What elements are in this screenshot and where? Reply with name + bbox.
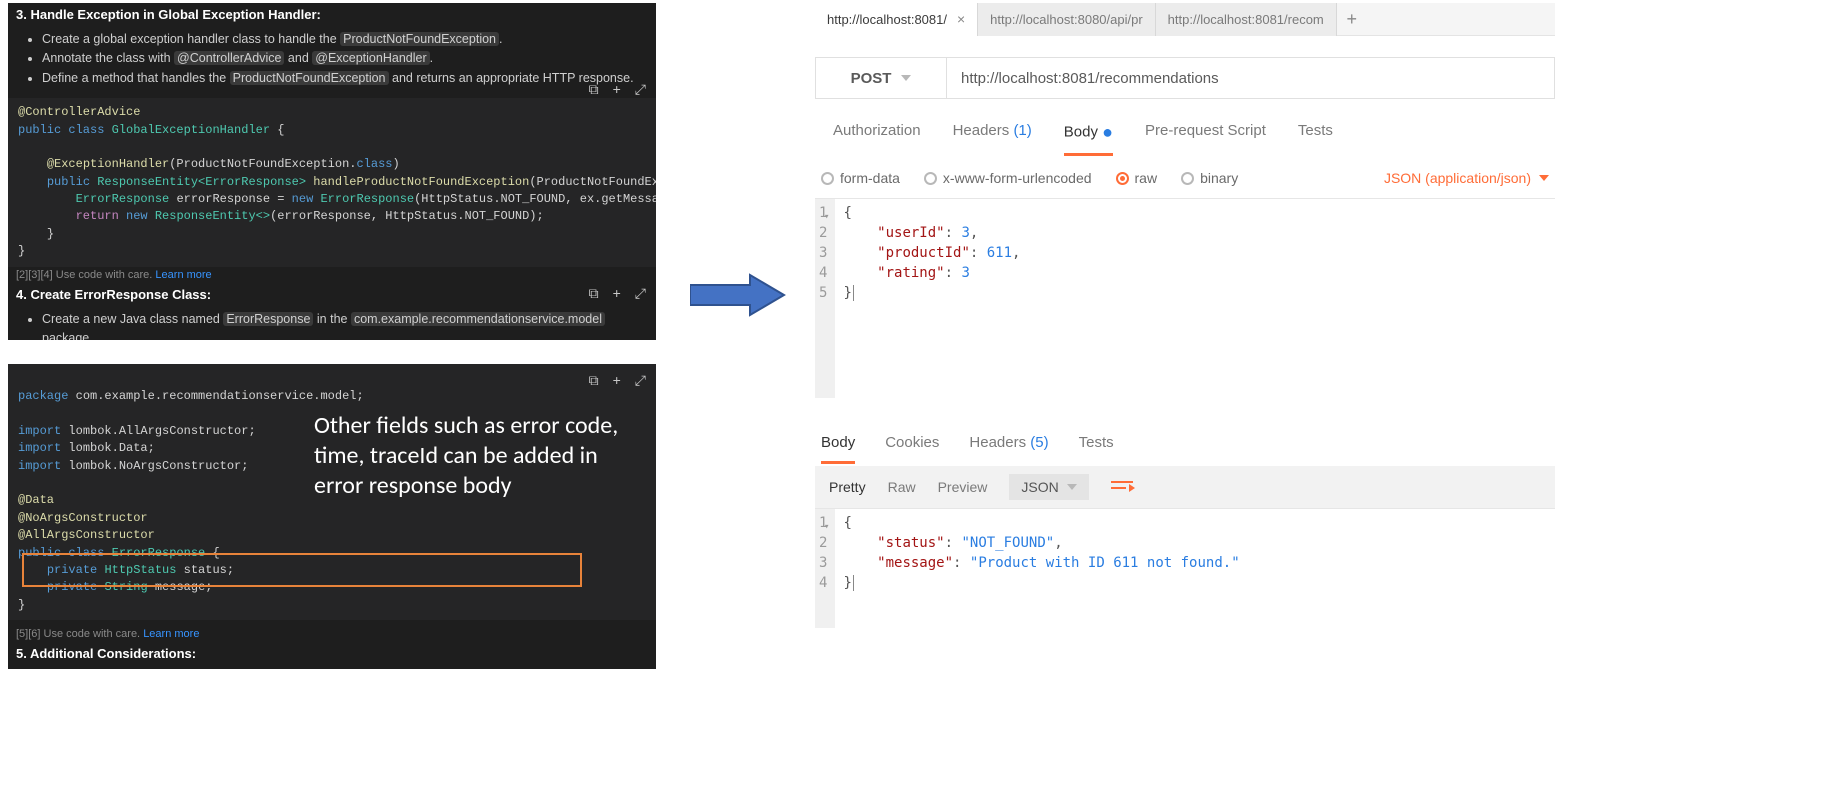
doc-panel-bottom: ⧉ + ⤢ package com.example.recommendation… bbox=[8, 364, 656, 669]
annotation-text: Other fields such as error code, time, t… bbox=[314, 411, 644, 501]
request-tab-bar: http://localhost:8081/× http://localhost… bbox=[815, 3, 1555, 36]
plus-icon[interactable]: + bbox=[613, 81, 621, 98]
list-4: Create a new Java class named ErrorRespo… bbox=[8, 310, 656, 340]
resp-tab-cookies[interactable]: Cookies bbox=[885, 434, 939, 464]
copy-icon[interactable]: ⧉ bbox=[589, 285, 599, 302]
doc-panel-top: 3. Handle Exception in Global Exception … bbox=[8, 3, 656, 340]
request-tab[interactable]: http://localhost:8080/api/pr bbox=[978, 3, 1156, 36]
http-method-select[interactable]: POST bbox=[815, 57, 947, 99]
radio-urlencoded[interactable]: x-www-form-urlencoded bbox=[924, 170, 1092, 186]
plus-icon[interactable]: + bbox=[613, 285, 621, 302]
resp-tab-body[interactable]: Body bbox=[821, 434, 855, 464]
view-preview[interactable]: Preview bbox=[938, 479, 988, 495]
request-row: POST http://localhost:8081/recommendatio… bbox=[815, 50, 1555, 106]
add-tab-button[interactable]: + bbox=[1337, 9, 1367, 30]
resp-tab-headers[interactable]: Headers (5) bbox=[969, 434, 1048, 464]
list-3: Create a global exception handler class … bbox=[8, 30, 656, 88]
learn-more-link[interactable]: Learn more bbox=[155, 269, 211, 281]
arrow-icon bbox=[690, 272, 786, 318]
dot-icon: ● bbox=[1102, 122, 1113, 142]
highlight-box bbox=[22, 553, 582, 587]
learn-more-link[interactable]: Learn more bbox=[143, 628, 199, 640]
url-input[interactable]: http://localhost:8081/recommendations bbox=[947, 57, 1555, 99]
radio-binary[interactable]: binary bbox=[1181, 170, 1238, 186]
response-toolbar: Pretty Raw Preview JSON bbox=[815, 466, 1555, 508]
response-tabs: Body Cookies Headers (5) Tests bbox=[815, 420, 1555, 464]
code-refs: [2][3][4] Use code with care. Learn more bbox=[8, 267, 656, 283]
request-tab[interactable]: http://localhost:8081/× bbox=[815, 3, 978, 36]
code-toolbar: ⧉ + ⤢ bbox=[589, 372, 646, 389]
resp-tab-tests[interactable]: Tests bbox=[1079, 434, 1114, 464]
chevron-down-icon bbox=[1539, 175, 1549, 181]
expand-icon[interactable]: ⤢ bbox=[635, 285, 646, 302]
editor-code: { "status": "NOT_FOUND", "message": "Pro… bbox=[835, 509, 1555, 628]
heading-5: 5. Additional Considerations: bbox=[8, 642, 656, 665]
tab-headers[interactable]: Headers (1) bbox=[953, 122, 1032, 156]
response-body-viewer: 1234 { "status": "NOT_FOUND", "message":… bbox=[815, 508, 1555, 628]
tab-tests[interactable]: Tests bbox=[1298, 122, 1333, 156]
body-type-row: form-data x-www-form-urlencoded raw bina… bbox=[815, 156, 1555, 198]
radio-raw[interactable]: raw bbox=[1116, 170, 1158, 186]
expand-icon[interactable]: ⤢ bbox=[635, 81, 646, 98]
plus-icon[interactable]: + bbox=[613, 372, 621, 389]
code-block-handler: @ControllerAdvice public class GlobalExc… bbox=[8, 98, 656, 267]
wrap-lines-icon[interactable] bbox=[1111, 478, 1133, 496]
editor-code[interactable]: { "userId": 3, "productId": 611, "rating… bbox=[835, 199, 1555, 398]
list-item: Define a method that handles the Product… bbox=[42, 69, 656, 88]
view-raw[interactable]: Raw bbox=[888, 479, 916, 495]
copy-icon[interactable]: ⧉ bbox=[589, 81, 599, 98]
code-toolbar: ⧉ + ⤢ bbox=[589, 285, 646, 302]
content-type-select[interactable]: JSON (application/json) bbox=[1384, 170, 1549, 186]
code-refs: [5][6] Use code with care. Learn more bbox=[8, 626, 656, 642]
heading-3: 3. Handle Exception in Global Exception … bbox=[8, 3, 656, 26]
tab-prerequest[interactable]: Pre-request Script bbox=[1145, 122, 1266, 156]
editor-gutter: 1234 bbox=[815, 509, 835, 628]
list-item: Create a new Java class named ErrorRespo… bbox=[42, 310, 656, 340]
close-icon[interactable]: × bbox=[957, 11, 965, 27]
copy-icon[interactable]: ⧉ bbox=[589, 372, 599, 389]
api-client-panel: http://localhost:8081/× http://localhost… bbox=[815, 3, 1555, 628]
list-item: Create a global exception handler class … bbox=[42, 30, 656, 49]
expand-icon[interactable]: ⤢ bbox=[635, 372, 646, 389]
chevron-down-icon bbox=[901, 75, 911, 81]
request-body-editor[interactable]: 12345 { "userId": 3, "productId": 611, "… bbox=[815, 198, 1555, 398]
chevron-down-icon bbox=[1067, 484, 1077, 490]
request-tab[interactable]: http://localhost:8081/recom bbox=[1156, 3, 1337, 36]
response-format-select[interactable]: JSON bbox=[1009, 474, 1088, 500]
list-item: Annotate the class with @ControllerAdvic… bbox=[42, 49, 656, 68]
code-toolbar: ⧉ + ⤢ bbox=[589, 81, 646, 98]
editor-gutter: 12345 bbox=[815, 199, 835, 398]
heading-4: 4. Create ErrorResponse Class: bbox=[8, 283, 656, 306]
tab-authorization[interactable]: Authorization bbox=[833, 122, 921, 156]
view-pretty[interactable]: Pretty bbox=[829, 479, 866, 495]
tab-body[interactable]: Body ● bbox=[1064, 122, 1113, 156]
radio-form-data[interactable]: form-data bbox=[821, 170, 900, 186]
request-subtabs: Authorization Headers (1) Body ● Pre-req… bbox=[815, 106, 1555, 156]
